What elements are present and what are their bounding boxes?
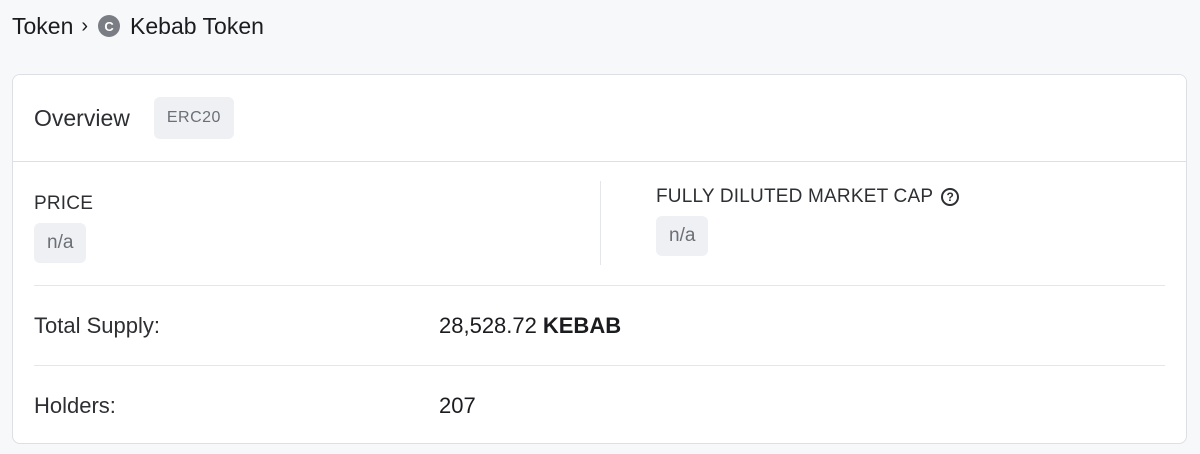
total-supply-row: Total Supply: 28,528.72 KEBAB — [34, 285, 1165, 365]
price-value: n/a — [34, 223, 87, 263]
total-supply-unit: KEBAB — [542, 312, 622, 338]
breadcrumb-separator: › — [81, 14, 89, 37]
stats-divider — [600, 181, 601, 265]
overview-card: Overview ERC20 PRICE n/a FULLY DILUTED M… — [12, 74, 1187, 444]
token-logo-icon: C — [98, 15, 121, 37]
market-cap-label: FULLY DILUTED MARKET CAP ? — [656, 186, 960, 208]
holders-row: Holders: 207 — [34, 365, 1165, 443]
breadcrumb-token-link[interactable]: Token — [12, 13, 73, 40]
holders-label: Holders: — [34, 392, 116, 418]
market-stats: PRICE n/a FULLY DILUTED MARKET CAP ? n/a — [13, 163, 1186, 284]
total-supply-value: 28,528.72 KEBAB — [439, 312, 622, 338]
market-cap-value: n/a — [656, 216, 709, 256]
price-stat: PRICE n/a — [34, 193, 93, 263]
token-name: Kebab Token — [130, 12, 264, 39]
overview-title: Overview — [34, 104, 130, 131]
card-header: Overview ERC20 — [13, 75, 1186, 162]
breadcrumb: Token › C Kebab Token — [12, 10, 264, 42]
price-label: PRICE — [34, 193, 94, 214]
market-cap-stat: FULLY DILUTED MARKET CAP ? n/a — [656, 186, 960, 256]
token-standard-badge: ERC20 — [153, 97, 234, 139]
help-icon[interactable]: ? — [941, 188, 960, 206]
holders-value[interactable]: 207 — [439, 393, 476, 419]
total-supply-label: Total Supply: — [34, 312, 160, 338]
